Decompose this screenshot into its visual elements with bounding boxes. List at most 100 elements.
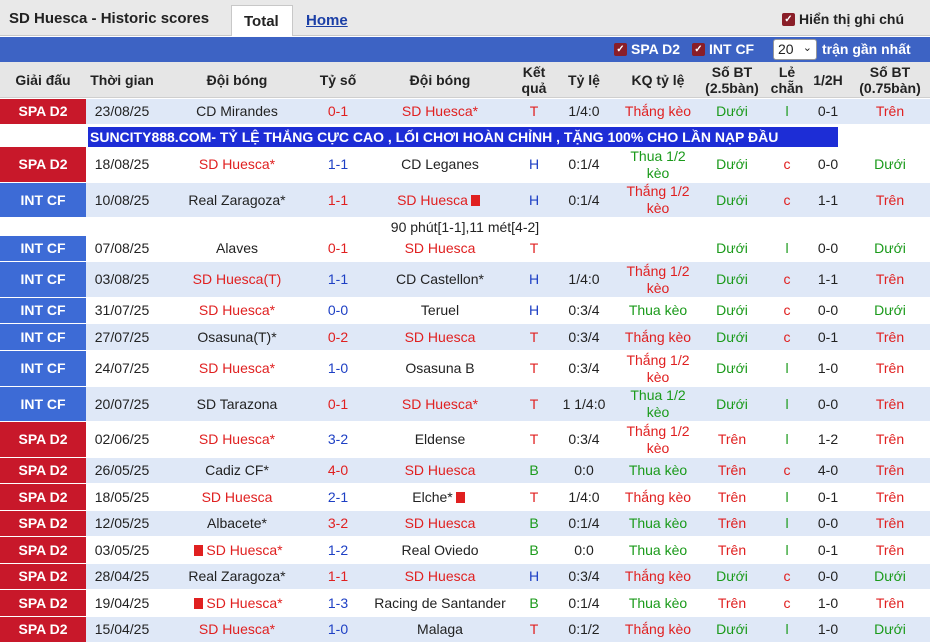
match-count-select[interactable]: 20 ⌄ [773,39,817,60]
half-score: 0-1 [806,324,850,350]
match-result: T [520,387,548,421]
league-badge-text: INT CF [20,191,66,208]
league-badge-text: SPA D2 [18,462,68,478]
home-team[interactable]: CD Mirandes [158,99,316,124]
odds-result-text: Thua kèo [628,541,688,558]
away-team[interactable]: Teruel [360,298,520,323]
away-team[interactable]: CD Leganes [360,147,520,182]
league-badge: INT CF [0,298,86,323]
score[interactable]: 4-0 [316,458,360,483]
tab-total[interactable]: Total [231,5,293,36]
score[interactable]: 1-2 [316,537,360,563]
table-row[interactable]: INT CF 20/07/25 SD Tarazona 0-1 SD Huesca* T 1… [0,387,930,422]
score[interactable]: 1-3 [316,590,360,616]
score[interactable]: 1-1 [316,564,360,589]
table-row[interactable]: SPA D2 19/04/25 SD Huesca* 1-3 Racing de San… [0,590,930,617]
home-team[interactable]: Cadiz CF* [158,458,316,483]
table-row[interactable]: INT CF 07/08/25 Alaves 0-1 SD Huesca T Dưới l 0-… [0,236,930,262]
table-row[interactable]: SPA D2 18/05/25 SD Huesca 2-1 Elche* T 1/4:0 Th… [0,484,930,511]
checkbox-icon[interactable]: ✓ [614,42,627,56]
home-team[interactable]: SD Huesca* [158,617,316,642]
home-team[interactable]: SD Huesca* [158,422,316,457]
home-team[interactable]: SD Huesca* [158,537,316,563]
away-team[interactable]: SD Huesca [360,564,520,589]
away-team[interactable]: SD Huesca [360,511,520,536]
odd-even-text: l [785,395,789,412]
filter-int-cf[interactable]: ✓ INT CF [692,41,754,57]
odd-even: l [768,422,806,457]
odd-even: l [768,387,806,421]
home-team[interactable]: SD Huesca [158,484,316,510]
table-row[interactable]: INT CF 10/08/25 Real Zaragoza* 1-1 SD Huesca… [0,183,930,218]
show-notes-toggle[interactable]: ✓ Hiển thị ghi chú [782,11,904,27]
score[interactable]: 2-1 [316,484,360,510]
table-row[interactable]: INT CF 27/07/25 Osasuna(T)* 0-2 SD Huesca T 0:… [0,324,930,351]
table-row[interactable]: SPA D2 23/08/25 CD Mirandes 0-1 SD Huesca* T 1… [0,99,930,125]
score[interactable]: 3-2 [316,511,360,536]
table-row[interactable]: SPA D2 03/05/25 SD Huesca* 1-2 Real Oviedo B 0… [0,537,930,564]
checkbox-icon[interactable]: ✓ [692,42,705,56]
away-team[interactable]: Osasuna B [360,351,520,386]
away-team[interactable]: SD Huesca [360,324,520,350]
table-row[interactable]: INT CF 03/08/25 SD Huesca(T) 1-1 CD Castello… [0,262,930,298]
table-row[interactable]: SPA D2 02/06/25 SD Huesca* 3-2 Eldense T 0:3/4… [0,422,930,458]
odd-even-text: c [783,191,791,208]
away-team[interactable]: Malaga [360,617,520,642]
score[interactable]: 0-1 [316,236,360,261]
away-team[interactable]: CD Castellon* [360,262,520,297]
away-team[interactable]: SD Huesca [360,458,520,483]
match-date: 31/07/25 [86,298,158,323]
table-row[interactable]: SPA D2 28/04/25 Real Zaragoza* 1-1 SD Huesca… [0,564,930,590]
away-team[interactable]: Real Oviedo [360,537,520,563]
score[interactable]: 0-0 [316,298,360,323]
away-team[interactable]: SD Huesca* [360,99,520,124]
score[interactable]: 0-1 [316,387,360,421]
away-team[interactable]: SD Huesca [360,183,520,217]
half-score-text: 0-1 [817,328,839,345]
home-team[interactable]: SD Huesca(T) [158,262,316,297]
over-under-075-text: Trên [875,515,905,531]
table-row[interactable]: SPA D2 26/05/25 Cadiz CF* 4-0 SD Huesca B 0:0 T… [0,458,930,484]
away-team[interactable]: Elche* [360,484,520,510]
odds: 1 1/4:0 [548,387,620,421]
table-row[interactable]: SPA D2 12/05/25 Albacete* 3-2 SD Huesca B 0:1/… [0,511,930,537]
home-team-text: SD Huesca* [206,541,283,558]
home-team[interactable]: SD Huesca* [158,298,316,323]
away-team[interactable]: SD Huesca [360,236,520,261]
home-team[interactable]: Alaves [158,236,316,261]
match-date-text: 03/08/25 [94,271,150,287]
match-date: 02/06/25 [86,422,158,457]
home-team[interactable]: Real Zaragoza* [158,564,316,589]
match-date-text: 23/08/25 [94,103,150,119]
half-score-text: 0-1 [817,103,839,119]
home-team[interactable]: SD Huesca* [158,147,316,182]
score[interactable]: 0-2 [316,324,360,350]
home-team[interactable]: Real Zaragoza* [158,183,316,217]
score[interactable]: 1-0 [316,617,360,642]
score[interactable]: 1-1 [316,262,360,297]
score[interactable]: 0-1 [316,99,360,124]
table-row[interactable]: SPA D2 18/08/25 SD Huesca* 1-1 CD Leganes H 0:… [0,147,930,183]
away-team[interactable]: Racing de Santander [360,590,520,616]
checkbox-icon[interactable]: ✓ [782,12,795,26]
home-team[interactable]: SD Tarazona [158,387,316,421]
table-row[interactable]: INT CF 31/07/25 SD Huesca* 0-0 Teruel H 0:3/4 T… [0,298,930,324]
tab-home[interactable]: Home [294,5,360,36]
odds-result-text: Thua 1/2 kèo [630,387,686,420]
col-ou075: Số BT (0.75bàn) [859,64,921,96]
filter-spa-d2[interactable]: ✓ SPA D2 [614,41,680,57]
score[interactable]: 1-0 [316,351,360,386]
away-team[interactable]: SD Huesca* [360,387,520,421]
table-row[interactable]: INT CF 24/07/25 SD Huesca* 1-0 Osasuna B T 0:3… [0,351,930,387]
score[interactable]: 1-1 [316,147,360,182]
score[interactable]: 1-1 [316,183,360,217]
over-under-075: Trên [850,590,930,616]
home-team[interactable]: Osasuna(T)* [158,324,316,350]
table-row[interactable]: SPA D2 15/04/25 SD Huesca* 1-0 Malaga T 0:1/2 T… [0,617,930,643]
away-team[interactable]: Eldense [360,422,520,457]
ad-banner[interactable]: SUNCITY888.COM- TỶ LỆ THẮNG CỰC CAO , LỐ… [88,127,838,147]
home-team[interactable]: SD Huesca* [158,590,316,616]
score[interactable]: 3-2 [316,422,360,457]
home-team[interactable]: SD Huesca* [158,351,316,386]
home-team[interactable]: Albacete* [158,511,316,536]
